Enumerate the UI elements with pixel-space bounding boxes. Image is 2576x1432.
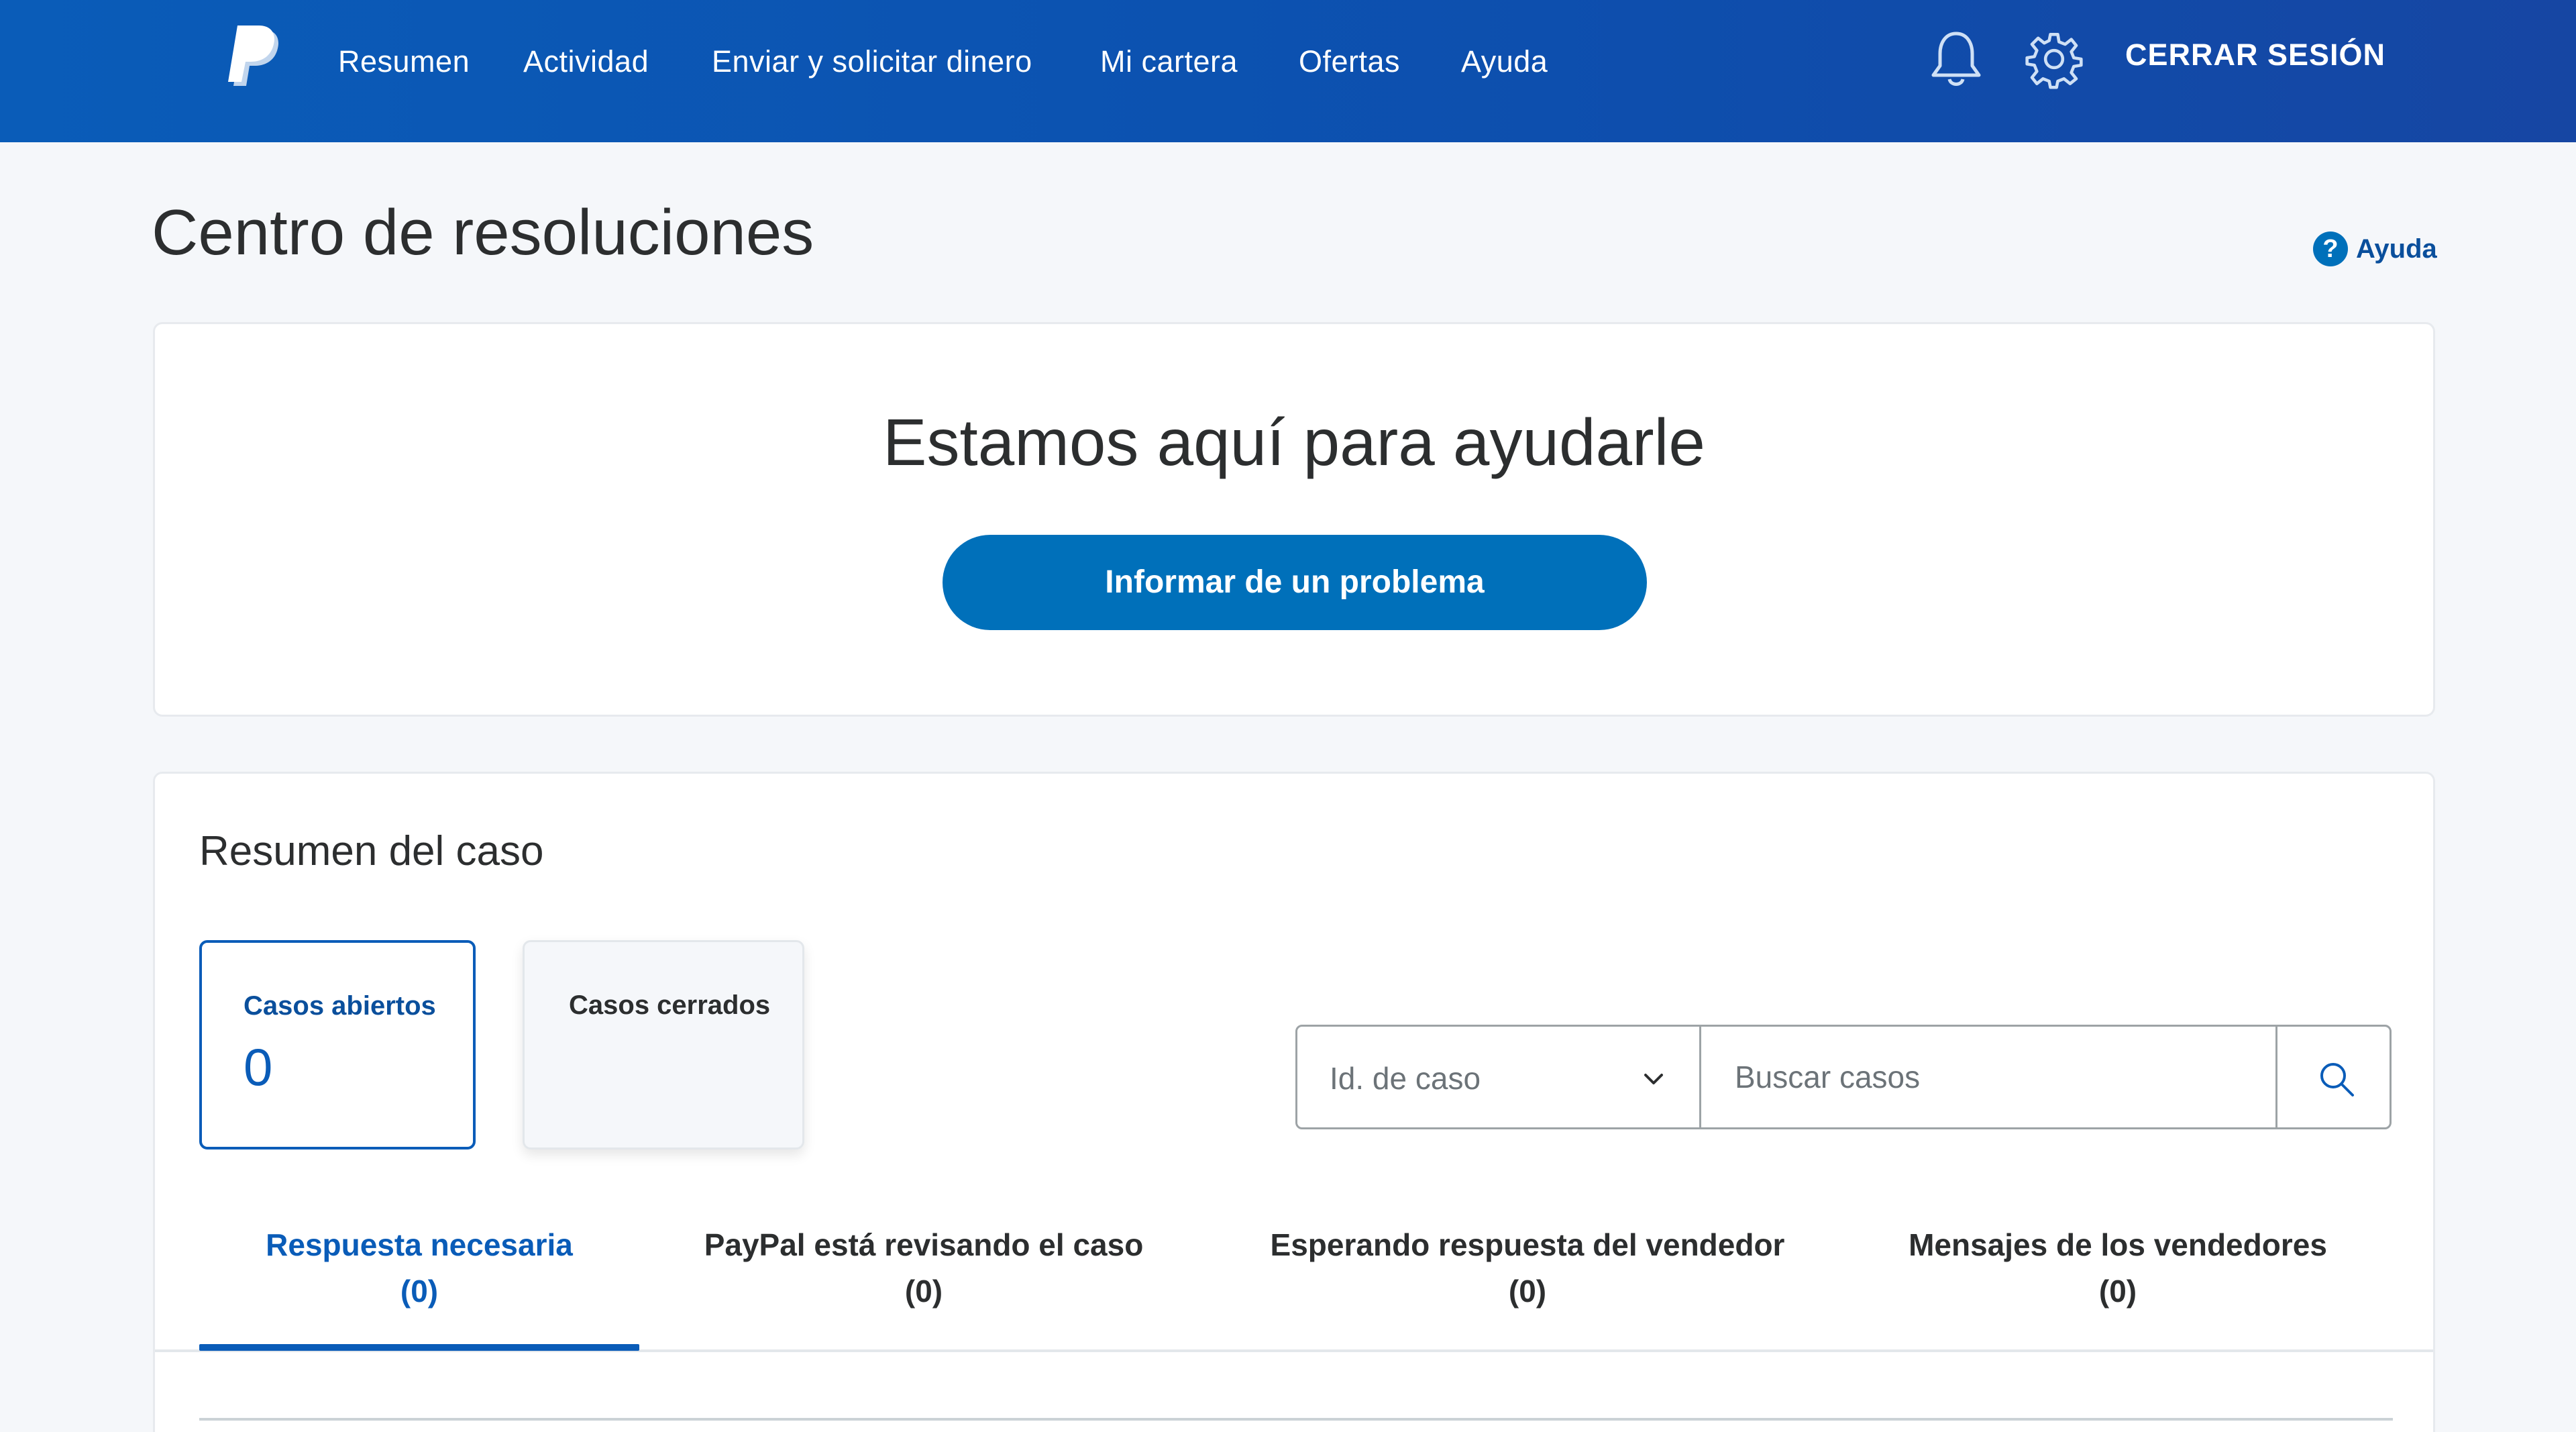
- help-link[interactable]: ? Ayuda: [2313, 228, 2437, 270]
- open-cases-count: 0: [244, 1037, 273, 1096]
- tab-label: Mensajes de los vendedores: [1909, 1227, 2327, 1262]
- closed-cases-tile[interactable]: Casos cerrados: [523, 940, 804, 1149]
- page-root: Resumen Actividad Enviar y solicitar din…: [0, 0, 2576, 1432]
- nav-item-resumen[interactable]: Resumen: [338, 42, 470, 82]
- list-divider: [199, 1418, 2393, 1421]
- nav-item-mi-cartera[interactable]: Mi cartera: [1100, 42, 1238, 82]
- gear-icon[interactable]: [2025, 27, 2084, 91]
- search-button[interactable]: [2275, 1027, 2390, 1127]
- tab-respuesta-necesaria[interactable]: Respuesta necesaria (0): [199, 1225, 639, 1325]
- case-tabs: Respuesta necesaria (0) PayPal está revi…: [155, 1225, 2433, 1359]
- help-link-label: Ayuda: [2356, 234, 2437, 264]
- chevron-down-icon: [1644, 1074, 1663, 1084]
- logout-button[interactable]: CERRAR SESIÓN: [2125, 35, 2385, 75]
- tab-count: (0): [1508, 1274, 1547, 1309]
- active-tab-indicator: [199, 1344, 639, 1351]
- search-filter-select[interactable]: Id. de caso: [1297, 1027, 1701, 1127]
- nav-item-ofertas[interactable]: Ofertas: [1299, 42, 1400, 82]
- nav-item-ayuda[interactable]: Ayuda: [1461, 42, 1548, 82]
- help-heading: Estamos aquí para ayudarle: [883, 405, 1705, 479]
- paypal-logo[interactable]: [228, 25, 282, 90]
- tab-count: (0): [400, 1274, 439, 1309]
- case-summary-title: Resumen del caso: [199, 828, 544, 874]
- tab-label: Respuesta necesaria: [266, 1227, 573, 1262]
- open-cases-tile[interactable]: Casos abiertos 0: [199, 940, 476, 1149]
- search-input[interactable]: [1701, 1027, 2275, 1127]
- tab-count: (0): [904, 1274, 943, 1309]
- tab-label: PayPal está revisando el caso: [704, 1227, 1144, 1262]
- tab-label: Esperando respuesta del vendedor: [1270, 1227, 1785, 1262]
- top-navigation: Resumen Actividad Enviar y solicitar din…: [0, 0, 2576, 142]
- closed-cases-label: Casos cerrados: [569, 990, 771, 1020]
- search-filter-value: Id. de caso: [1330, 1061, 1481, 1096]
- tab-mensajes-vendedores[interactable]: Mensajes de los vendedores (0): [1876, 1225, 2359, 1325]
- bell-icon[interactable]: [1927, 27, 1986, 91]
- tab-paypal-revisando[interactable]: PayPal está revisando el caso (0): [669, 1225, 1179, 1325]
- help-card: Estamos aquí para ayudarle Informar de u…: [153, 322, 2435, 717]
- open-cases-label: Casos abiertos: [244, 991, 436, 1021]
- tab-esperando-vendedor[interactable]: Esperando respuesta del vendedor (0): [1246, 1225, 1809, 1325]
- report-problem-button[interactable]: Informar de un problema: [943, 535, 1647, 630]
- nav-item-actividad[interactable]: Actividad: [523, 42, 649, 82]
- case-summary-card: Resumen del caso Casos abiertos 0 Casos …: [153, 772, 2435, 1432]
- search-icon: [2320, 1063, 2354, 1096]
- nav-item-enviar-solicitar[interactable]: Enviar y solicitar dinero: [712, 42, 1032, 82]
- tab-count: (0): [2098, 1274, 2137, 1309]
- help-icon: ?: [2313, 232, 2348, 266]
- page-title: Centro de resoluciones: [152, 197, 814, 268]
- case-search: Id. de caso: [1295, 1025, 2392, 1129]
